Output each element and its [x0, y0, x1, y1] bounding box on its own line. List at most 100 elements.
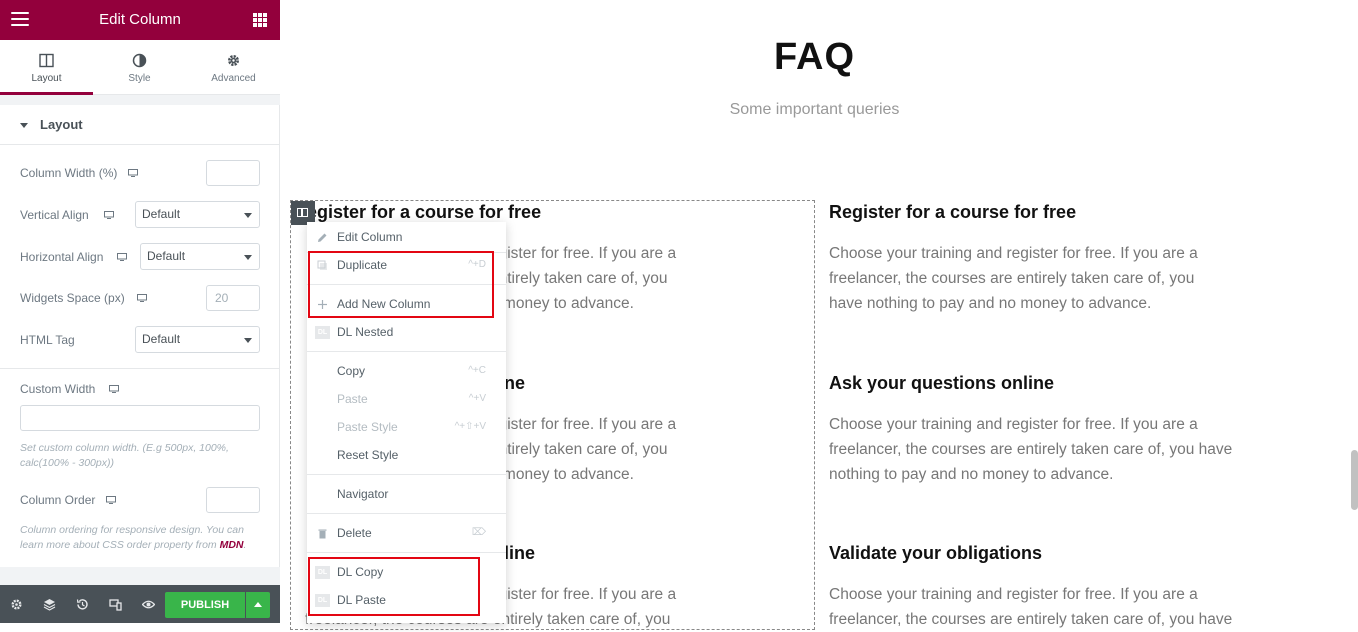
menu-item-paste[interactable]: Paste ^+V: [307, 386, 506, 412]
custom-width-help: Set custom column width. (E.g 500px, 100…: [20, 442, 229, 469]
pencil-icon: [318, 233, 327, 242]
panel-bottom-spacer: [0, 567, 280, 585]
menu-item-navigator[interactable]: Navigator: [307, 481, 506, 507]
shortcut-hint: ^+C: [468, 365, 486, 376]
text-line: egister for free. If you are a: [490, 416, 677, 433]
menu-separator: [307, 552, 506, 553]
menu-item-label: Copy: [337, 364, 366, 378]
horizontal-align-label: Horizontal Align: [20, 250, 104, 264]
panel-tabs: Layout Style Advanced: [0, 40, 280, 95]
menu-item-paste-style[interactable]: Paste Style ^+⇧+V: [307, 414, 506, 440]
custom-width-input[interactable]: [20, 405, 260, 431]
gear-icon: [228, 55, 239, 66]
faq-item-text: egister for free. If you are a freelance…: [305, 582, 677, 632]
editor-panel: Edit Column Layout Style Advanced Layout…: [0, 0, 280, 623]
desktop-icon[interactable]: [117, 253, 127, 261]
menu-item-label: Paste: [337, 392, 368, 406]
desktop-icon[interactable]: [109, 385, 119, 393]
widgets-space-input[interactable]: 20: [206, 285, 260, 311]
menu-item-label: Navigator: [337, 487, 389, 501]
faq-item-text: Choose your training and register for fr…: [829, 412, 1232, 487]
faq-item-text: Choose your training and register for fr…: [829, 582, 1232, 632]
text-line: freelancer, the courses are entirely tak…: [829, 270, 1195, 287]
desktop-icon[interactable]: [106, 496, 116, 504]
vertical-align-select[interactable]: Default: [135, 201, 260, 228]
panel-footer: PUBLISH: [0, 585, 280, 623]
caret-down-icon: [244, 213, 252, 218]
column-order-help-text: Column ordering for responsive design. Y…: [20, 524, 244, 551]
half-circle-icon: [132, 53, 147, 68]
text-line: entirely taken care of, you: [490, 270, 668, 287]
tab-style[interactable]: Style: [93, 40, 186, 95]
faq-item-text: Choose your training and register for fr…: [829, 241, 1198, 316]
horizontal-align-select[interactable]: Default: [140, 243, 260, 270]
menu-item-label: Delete: [337, 526, 372, 540]
settings-gear-icon[interactable]: [10, 598, 23, 611]
html-tag-select[interactable]: Default: [135, 326, 260, 353]
column-order-label: Column Order: [20, 493, 96, 507]
faq-item-text: egister for free. If you are a entirely …: [490, 412, 676, 487]
horizontal-align-value: Default: [147, 249, 186, 263]
menu-item-reset-style[interactable]: Reset Style: [307, 442, 506, 468]
divider: [0, 368, 280, 369]
faq-item-title: Validate your obligations: [829, 543, 1043, 563]
tab-advanced[interactable]: Advanced: [187, 40, 280, 95]
text-line: have nothing to pay and no money to adva…: [829, 295, 1152, 312]
caret-up-icon: [254, 602, 262, 607]
preview-eye-icon[interactable]: [142, 598, 155, 611]
menu-item-label: Paste Style: [337, 420, 398, 434]
desktop-icon[interactable]: [128, 169, 138, 177]
html-tag-label: HTML Tag: [20, 333, 75, 347]
history-icon[interactable]: [76, 598, 89, 611]
menu-separator: [307, 351, 506, 352]
scrollbar-thumb[interactable]: [1351, 450, 1358, 510]
publish-options-button[interactable]: [246, 592, 270, 618]
menu-item-delete[interactable]: Delete ⌦: [307, 520, 506, 546]
faq-item-title: Ask your questions online: [829, 373, 1055, 393]
desktop-icon[interactable]: [104, 211, 114, 219]
vertical-align-value: Default: [142, 207, 181, 221]
vertical-align-label: Vertical Align: [20, 208, 89, 222]
tab-layout[interactable]: Layout: [0, 40, 93, 95]
faq-subheading: Some important queries: [729, 101, 900, 118]
layers-icon[interactable]: [43, 598, 56, 611]
html-tag-value: Default: [142, 332, 181, 346]
widgets-space-label: Widgets Space (px): [20, 291, 125, 305]
text-line: freelancer, the courses are entirely tak…: [829, 441, 1233, 458]
publish-button[interactable]: PUBLISH: [165, 592, 245, 618]
text-line: Choose your training and register for fr…: [829, 245, 1198, 262]
trash-icon: [318, 529, 327, 539]
text-line: Choose your training and register for fr…: [829, 416, 1198, 433]
column-order-help-suffix: .: [243, 539, 247, 551]
menu-item-label: Reset Style: [337, 448, 399, 462]
responsive-mode-icon[interactable]: [109, 598, 122, 611]
text-line: o money to advance.: [490, 295, 634, 312]
column-order-input[interactable]: [206, 487, 260, 513]
custom-width-label: Custom Width: [20, 382, 96, 396]
desktop-icon[interactable]: [137, 294, 147, 302]
menu-separator: [307, 513, 506, 514]
menu-item-copy[interactable]: Copy ^+C: [307, 358, 506, 384]
tab-style-label: Style: [128, 73, 151, 84]
shortcut-hint: ^+⇧+V: [454, 421, 486, 432]
mdn-link[interactable]: MDN: [220, 539, 244, 551]
faq-item-title: Register for a course for free: [829, 202, 1077, 222]
text-line: nothing to pay and no money to advance.: [829, 466, 1114, 483]
faq-heading: FAQ: [773, 36, 856, 78]
dl-icon: DL: [315, 326, 330, 339]
faq-item-title: egister for a course for free: [307, 202, 542, 222]
section-layout-toggle[interactable]: Layout: [0, 105, 280, 145]
highlight-box: [308, 557, 480, 616]
section-title: Layout: [40, 117, 83, 132]
menu-item-edit-column[interactable]: Edit Column: [307, 224, 506, 250]
menu-item-label: Edit Column: [337, 230, 403, 244]
text-line: egister for free. If you are a: [490, 586, 677, 603]
caret-down-icon: [244, 338, 252, 343]
menu-item-dl-nested[interactable]: DL DL Nested: [307, 319, 506, 345]
widgets-grid-icon[interactable]: [253, 13, 267, 27]
column-width-label: Column Width (%): [20, 166, 118, 180]
column-width-input[interactable]: [206, 160, 260, 186]
column-icon: [297, 208, 308, 217]
shortcut-hint: ⌦: [471, 527, 486, 538]
text-line: egister for free. If you are a: [490, 245, 677, 262]
